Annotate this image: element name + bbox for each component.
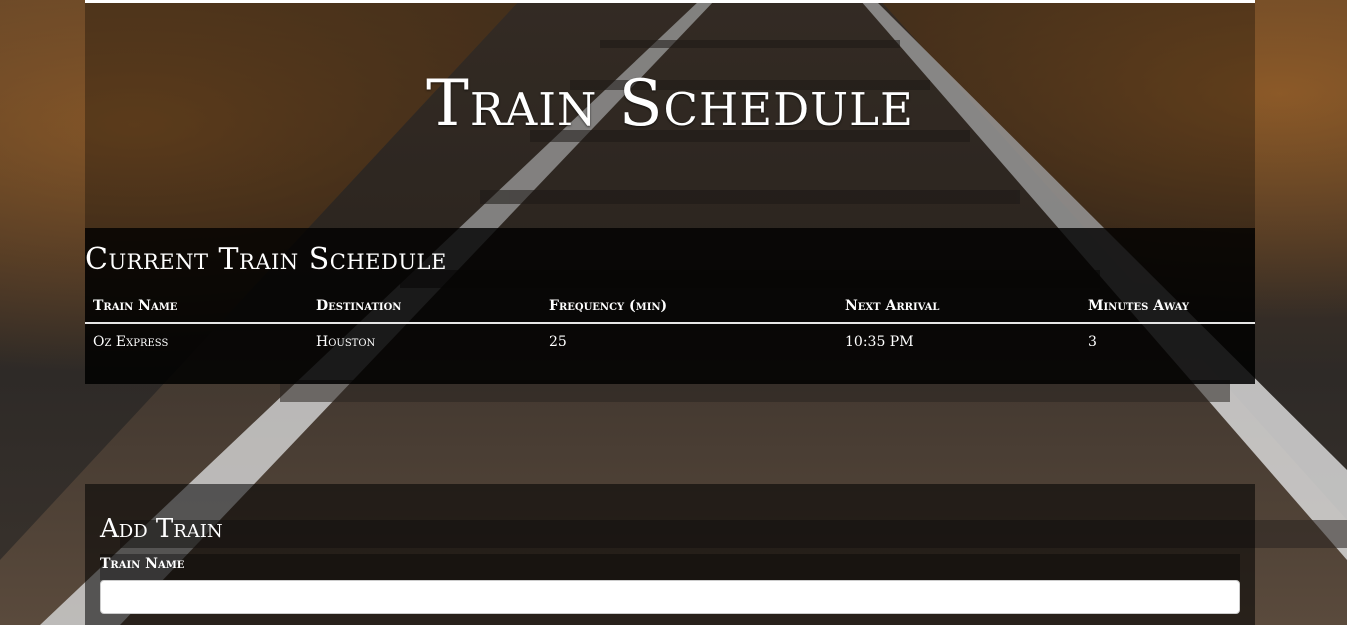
table-header-row: Train Name Destination Frequency (min) N…: [85, 292, 1255, 324]
train-name-input[interactable]: [100, 580, 1240, 614]
table-row: Oz Express Houston 25 10:35 PM 3: [85, 323, 1255, 360]
schedule-title: Current Train Schedule: [85, 242, 447, 277]
page-title: Train Schedule: [426, 67, 914, 141]
add-train-panel: Add Train Train Name: [85, 484, 1255, 625]
schedule-panel: Current Train Schedule Train Name Destin…: [85, 228, 1255, 384]
cell-train-name: Oz Express: [93, 334, 169, 350]
jumbotron: Train Schedule: [85, 0, 1255, 228]
column-header-destination: Destination: [308, 292, 541, 324]
page-container: Train Schedule Current Train Schedule Tr…: [85, 0, 1255, 625]
cell-next-arrival: 10:35 PM: [845, 334, 914, 350]
cell-frequency: 25: [549, 334, 567, 350]
add-train-title: Add Train: [100, 514, 223, 544]
train-name-label: Train Name: [100, 556, 185, 572]
column-header-next-arrival: Next Arrival: [837, 292, 1080, 324]
cell-minutes-away: 3: [1088, 334, 1097, 350]
column-header-frequency: Frequency (min): [541, 292, 837, 324]
column-header-train-name: Train Name: [85, 292, 308, 324]
cell-destination: Houston: [316, 334, 376, 350]
schedule-table: Train Name Destination Frequency (min) N…: [85, 292, 1255, 360]
column-header-minutes-away: Minutes Away: [1080, 292, 1255, 324]
form-group: [100, 554, 1240, 580]
